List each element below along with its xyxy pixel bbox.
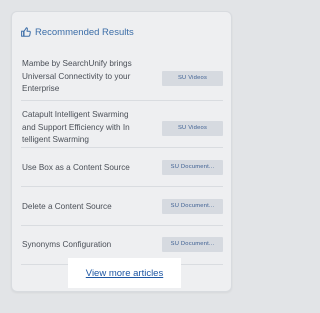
content-type-badge: SU Document... [162,237,223,252]
content-type-badge: SU Videos [162,121,223,136]
result-item[interactable]: Use Box as a Content Source SU Document.… [21,148,223,187]
result-title-line: Delete a Content Source [22,202,112,211]
results-list: Mambe by SearchUnify brings Universal Co… [21,46,223,265]
result-title-line: Catapult Intelligent Swarming [22,110,129,119]
result-title-line: Synonyms Configuration [22,240,112,249]
view-more-articles-link[interactable]: View more articles [86,268,163,279]
result-item[interactable]: Delete a Content Source SU Document... [21,187,223,226]
content-type-badge: SU Videos [162,71,223,86]
content-type-badge: SU Document... [162,160,223,175]
result-title-line: Use Box as a Content Source [22,163,130,172]
result-item[interactable]: Catapult Intelligent Swarming and Suppor… [21,101,223,148]
content-type-badge: SU Document... [162,199,223,214]
result-title[interactable]: Catapult Intelligent Swarming and Suppor… [22,109,150,147]
result-title-line: Enterprise [22,84,60,93]
result-title-line: and Support Efficiency with In [22,122,130,132]
card-header: Recommended Results [21,25,134,39]
result-item[interactable]: Mambe by SearchUnify brings Universal Co… [21,46,223,101]
result-title[interactable]: Use Box as a Content Source [22,162,150,175]
result-title[interactable]: Synonyms Configuration [22,239,150,252]
thumbs-up-icon [21,27,31,37]
view-more-container: View more articles [68,258,181,288]
result-title[interactable]: Delete a Content Source [22,201,150,214]
card-title: Recommended Results [35,26,134,38]
result-title-line: Mambe by SearchUnify brings [22,59,132,68]
result-title-line: telligent Swarming [22,135,89,144]
result-title-line: Universal Connectivity to your [22,71,131,81]
recommended-results-card: Recommended Results Mambe by SearchUnify… [11,11,232,292]
result-title[interactable]: Mambe by SearchUnify brings Universal Co… [22,58,150,96]
